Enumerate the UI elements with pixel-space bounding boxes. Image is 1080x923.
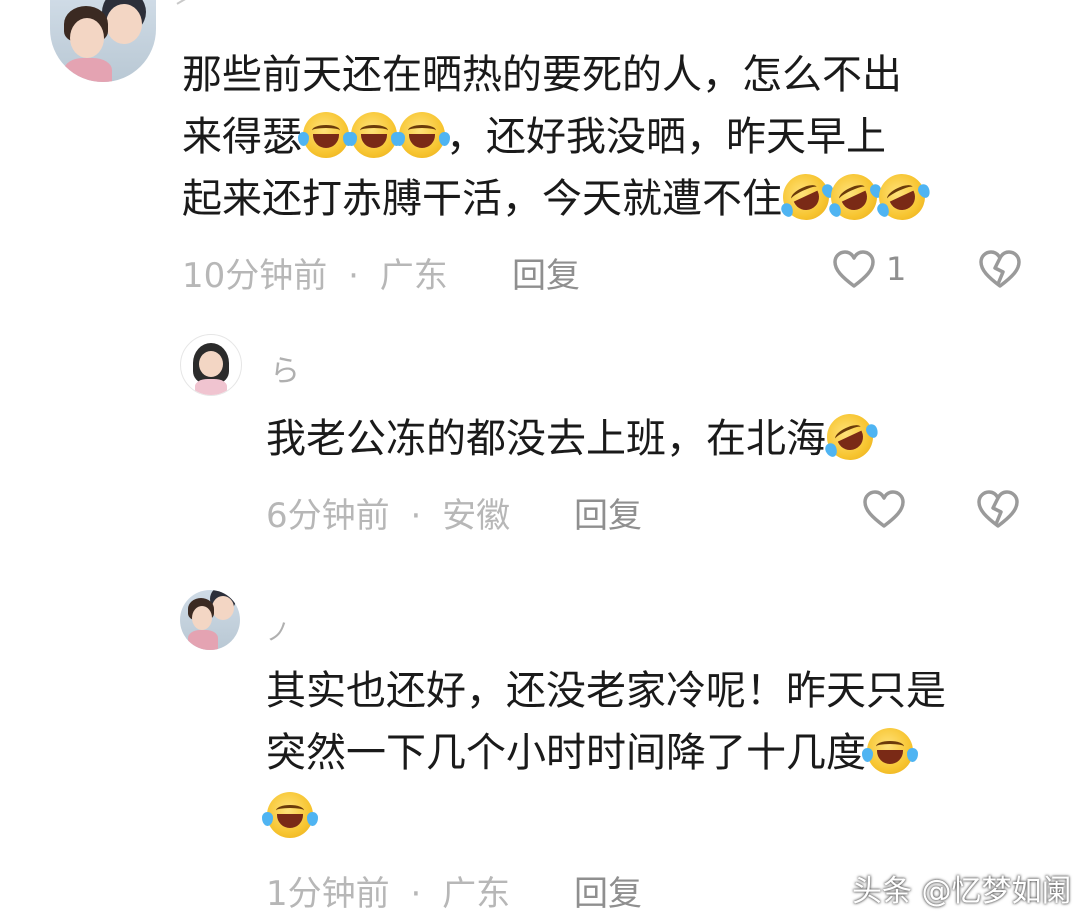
face-with-tears-of-joy-emoji xyxy=(298,112,354,158)
source-watermark: 头条 @忆梦如阑 xyxy=(852,874,1072,909)
comment-location: 广东 xyxy=(379,256,448,296)
heart-outline-icon[interactable] xyxy=(832,250,876,290)
separator-dot: · xyxy=(348,256,359,296)
reply-button[interactable]: 回复 xyxy=(574,488,642,537)
rolling-on-floor-laughing-emoji xyxy=(823,166,885,228)
comment-time: 10分钟前 xyxy=(182,256,328,296)
reply-button[interactable]: 回复 xyxy=(512,248,580,297)
rolling-on-floor-laughing-emoji xyxy=(819,406,881,468)
face-with-tears-of-joy-emoji xyxy=(394,112,450,158)
comment-time: 6分钟前 xyxy=(266,496,390,536)
comment-time: 1分钟前 xyxy=(266,874,390,914)
comment-meta: 1分钟前 · 广东 xyxy=(266,866,510,915)
comment-meta: 10分钟前 · 广东 xyxy=(182,248,448,297)
comment-text: 那些前天还在晒热的要死的人，怎么不出 来得瑟 ，还好我没晒，昨天早上 起来还打赤膊… xyxy=(182,44,1042,230)
separator-dot: · xyxy=(410,496,422,536)
username-fragment[interactable]: ノ xyxy=(266,612,290,647)
comment-meta: 6分钟前 · 安徽 xyxy=(266,488,510,537)
comment-text: 我老公冻的都没去上班，在北海 xyxy=(266,406,1046,470)
face-with-tears-of-joy-emoji xyxy=(346,112,402,158)
replier-avatar[interactable] xyxy=(180,334,242,396)
like-count: 1 xyxy=(886,250,907,288)
broken-heart-icon[interactable] xyxy=(978,250,1022,290)
heart-outline-icon[interactable] xyxy=(862,490,906,530)
separator-dot: · xyxy=(410,874,422,914)
face-with-tears-of-joy-emoji xyxy=(862,728,918,774)
username-fragment[interactable]: ら xyxy=(270,346,300,390)
comment-location: 安徽 xyxy=(442,496,511,536)
rolling-on-floor-laughing-emoji xyxy=(871,166,933,228)
comment-text: 其实也还好，还没老家冷呢！昨天只是 突然一下几个小时时间降了十几度 xyxy=(262,660,1046,848)
rolling-on-floor-laughing-emoji xyxy=(775,166,837,228)
commenter-avatar[interactable] xyxy=(50,0,156,82)
replier-avatar[interactable] xyxy=(180,590,240,650)
comment-location: 广东 xyxy=(442,874,511,914)
face-with-tears-of-joy-emoji xyxy=(262,792,318,838)
broken-heart-icon[interactable] xyxy=(976,490,1020,530)
username-fragment[interactable] xyxy=(176,0,214,23)
reply-button[interactable]: 回复 xyxy=(574,866,642,915)
